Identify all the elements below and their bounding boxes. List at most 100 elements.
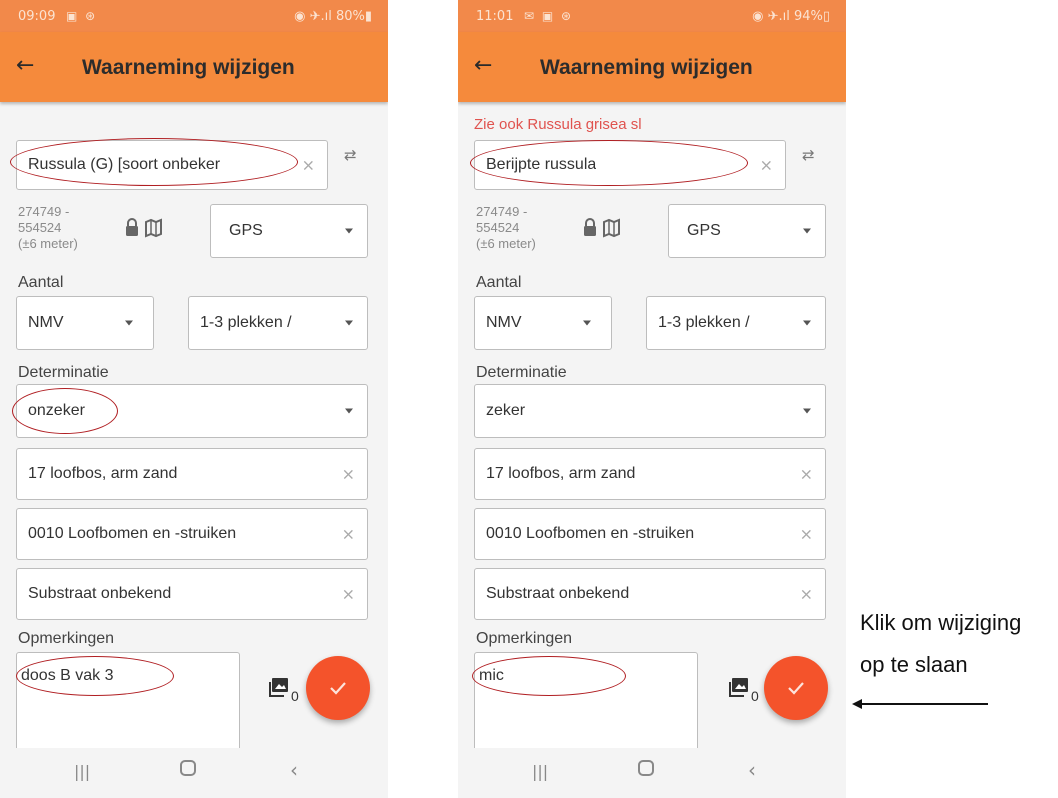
location-method-select[interactable]: GPS	[668, 204, 826, 258]
determination-value: zeker	[486, 402, 526, 419]
map-icon	[145, 218, 162, 238]
caption-line-2: op te slaan	[860, 652, 968, 677]
species-input[interactable]: Berijpte russula ×	[474, 140, 786, 190]
app-bar: ← Waarneming wijzigen	[0, 32, 388, 102]
count-value-select[interactable]: 1-3 plekken /	[646, 296, 826, 350]
page-title: Waarneming wijzigen	[82, 56, 295, 79]
photo-count: 0	[291, 688, 299, 704]
phone-screen-before: 09:09 ▣ ⊛ ◉ ✈.ıl 80%▮ ← Waarneming wijzi…	[0, 0, 388, 798]
remarks-textarea[interactable]: mic	[474, 652, 698, 754]
habitat-input[interactable]: 17 loofbos, arm zand ×	[16, 448, 368, 500]
clear-icon[interactable]: ×	[342, 585, 355, 604]
remarks-value: mic	[479, 667, 504, 684]
chevron-down-icon	[583, 320, 591, 326]
remarks-textarea[interactable]: doos B vak 3	[16, 652, 240, 754]
count-type-value: NMV	[28, 314, 64, 331]
aantal-label: Aantal	[18, 274, 64, 291]
habitat-input[interactable]: 17 loofbos, arm zand ×	[474, 448, 826, 500]
coord-y: 554524	[476, 220, 520, 235]
coordinates: 274749 - 554524 (±6 meter)	[18, 204, 78, 252]
check-icon	[788, 682, 804, 695]
vegetation-input[interactable]: 0010 Loofbomen en -struiken ×	[474, 508, 826, 560]
swap-icon[interactable]: ⇄	[802, 146, 815, 164]
back-icon[interactable]: ‹	[290, 758, 298, 782]
habitat-value: 17 loofbos, arm zand	[28, 465, 178, 482]
clear-icon[interactable]: ×	[800, 525, 813, 544]
coord-accuracy: (±6 meter)	[476, 236, 536, 251]
gallery-icon[interactable]	[728, 676, 750, 698]
clear-icon[interactable]: ×	[800, 585, 813, 604]
chevron-down-icon	[345, 228, 353, 234]
check-icon	[330, 682, 346, 695]
count-value-select[interactable]: 1-3 plekken /	[188, 296, 368, 350]
photo-count: 0	[751, 688, 759, 704]
substrate-value: Substraat onbekend	[486, 585, 630, 602]
determination-select[interactable]: zeker	[474, 384, 826, 438]
coord-y: 554524	[18, 220, 62, 235]
pointer-arrow-icon	[852, 699, 988, 709]
chevron-down-icon	[803, 228, 811, 234]
lock-icon	[126, 218, 138, 236]
count-value: 1-3 plekken /	[658, 314, 750, 331]
back-arrow-icon[interactable]: ←	[474, 54, 492, 78]
back-icon[interactable]: ‹	[748, 758, 756, 782]
clear-icon[interactable]: ×	[302, 156, 315, 175]
species-input[interactable]: Russula (G) [soort onbeker ×	[16, 140, 328, 190]
signal-battery-icons: ◉ ✈.ıl 80%▮	[294, 9, 372, 24]
determinatie-label: Determinatie	[18, 364, 109, 381]
determination-select[interactable]: onzeker	[16, 384, 368, 438]
clear-icon[interactable]: ×	[342, 525, 355, 544]
lock-map-icons[interactable]	[582, 218, 622, 238]
determination-value: onzeker	[28, 402, 85, 419]
swap-icon[interactable]: ⇄	[344, 146, 357, 164]
chevron-down-icon	[803, 320, 811, 326]
coord-accuracy: (±6 meter)	[18, 236, 78, 251]
count-type-select[interactable]: NMV	[16, 296, 154, 350]
count-value: 1-3 plekken /	[200, 314, 292, 331]
status-bar: 11:01 ✉ ▣ ⊛ ◉ ✈.ıl 94%▯	[458, 0, 846, 32]
opmerkingen-label: Opmerkingen	[18, 630, 115, 647]
gallery-icon[interactable]	[268, 676, 290, 698]
location-method-value: GPS	[687, 222, 721, 239]
vegetation-input[interactable]: 0010 Loofbomen en -struiken ×	[16, 508, 368, 560]
save-button[interactable]	[306, 656, 370, 720]
coord-x: 274749 -	[18, 204, 70, 219]
count-type-value: NMV	[486, 314, 522, 331]
notification-icons: ✉ ▣ ⊛	[524, 9, 574, 23]
clear-icon[interactable]: ×	[342, 465, 355, 484]
phone-screen-after: 11:01 ✉ ▣ ⊛ ◉ ✈.ıl 94%▯ ← Waarneming wij…	[458, 0, 846, 798]
substrate-value: Substraat onbekend	[28, 585, 172, 602]
determinatie-label: Determinatie	[476, 364, 567, 381]
back-arrow-icon[interactable]: ←	[16, 54, 34, 78]
vegetation-value: 0010 Loofbomen en -struiken	[486, 525, 695, 542]
home-icon[interactable]	[180, 760, 196, 776]
substrate-input[interactable]: Substraat onbekend ×	[474, 568, 826, 620]
lock-map-icons[interactable]	[124, 218, 164, 238]
lock-icon	[584, 218, 596, 236]
system-nav-bar: ||| ‹	[0, 748, 388, 798]
substrate-input[interactable]: Substraat onbekend ×	[16, 568, 368, 620]
notification-icons: ▣ ⊛	[66, 9, 98, 23]
status-bar: 09:09 ▣ ⊛ ◉ ✈.ıl 80%▮	[0, 0, 388, 32]
clear-icon[interactable]: ×	[760, 156, 773, 175]
chevron-down-icon	[803, 408, 811, 414]
opmerkingen-label: Opmerkingen	[476, 630, 573, 647]
recent-apps-icon[interactable]: |||	[74, 762, 90, 781]
app-bar: ← Waarneming wijzigen	[458, 32, 846, 102]
count-type-select[interactable]: NMV	[474, 296, 612, 350]
species-value: Berijpte russula	[486, 156, 597, 173]
status-time: 09:09	[18, 9, 56, 24]
home-icon[interactable]	[638, 760, 654, 776]
save-button[interactable]	[764, 656, 828, 720]
recent-apps-icon[interactable]: |||	[532, 762, 548, 781]
coordinates: 274749 - 554524 (±6 meter)	[476, 204, 536, 252]
system-nav-bar: ||| ‹	[458, 748, 846, 798]
location-method-value: GPS	[229, 222, 263, 239]
chevron-down-icon	[345, 408, 353, 414]
signal-battery-icons: ◉ ✈.ıl 94%▯	[752, 9, 830, 24]
location-method-select[interactable]: GPS	[210, 204, 368, 258]
vegetation-value: 0010 Loofbomen en -struiken	[28, 525, 237, 542]
clear-icon[interactable]: ×	[800, 465, 813, 484]
species-value: Russula (G) [soort onbeker	[28, 156, 221, 173]
similar-species-warning[interactable]: Zie ook Russula grisea sl	[474, 116, 642, 133]
